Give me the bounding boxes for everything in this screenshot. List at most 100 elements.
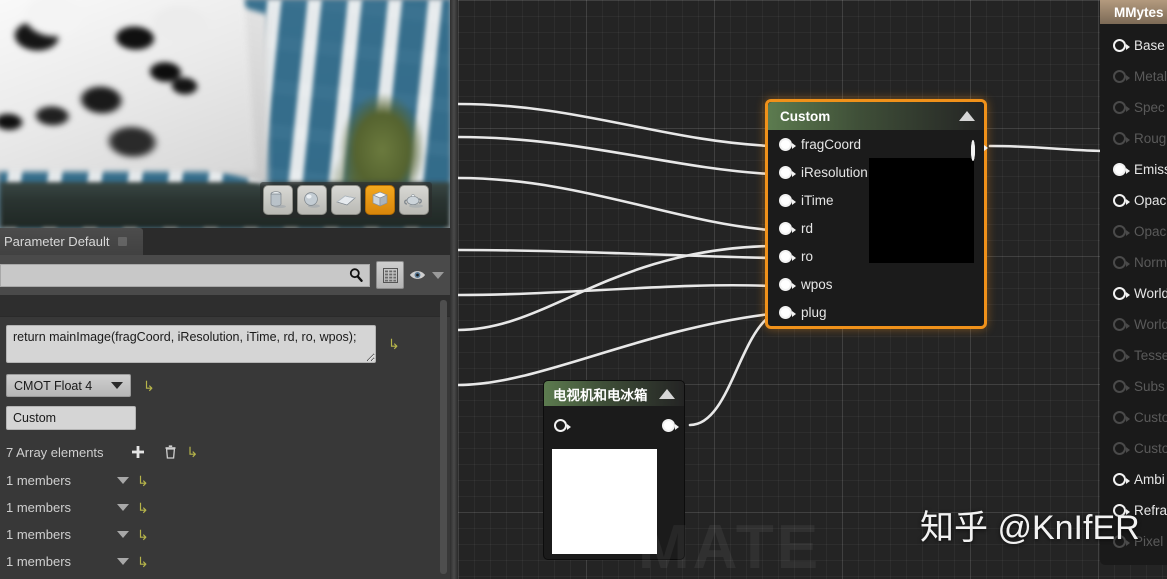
- pin-label: Norm: [1134, 255, 1167, 270]
- chevron-down-icon[interactable]: [111, 382, 123, 389]
- preview-shape-cylinder[interactable]: [263, 185, 293, 215]
- material-pin-row[interactable]: Metal: [1100, 61, 1167, 92]
- material-pin[interactable]: [1113, 132, 1130, 145]
- reset-code-icon[interactable]: ↳: [388, 337, 400, 351]
- input-pin[interactable]: [779, 193, 796, 207]
- grid-view-button[interactable]: [376, 261, 404, 289]
- pin-label: Metal: [1134, 69, 1167, 84]
- material-pin-row[interactable]: Roug: [1100, 123, 1167, 154]
- description-input[interactable]: Custom: [6, 406, 136, 430]
- material-pin-row[interactable]: Ambi: [1100, 464, 1167, 495]
- material-pin-row[interactable]: Custo: [1100, 402, 1167, 433]
- custom-node-output-pin-wrapper[interactable]: [971, 140, 975, 161]
- details-scrollbar[interactable]: [440, 300, 447, 574]
- list-item-label: 1 members: [6, 527, 72, 542]
- output-pin[interactable]: [662, 419, 679, 432]
- preview-shape-plane[interactable]: [331, 185, 361, 215]
- panel-splitter[interactable]: [450, 0, 458, 579]
- list-item-label: 1 members: [6, 554, 72, 569]
- visibility-dropdown-button[interactable]: [408, 261, 444, 289]
- reset-array-icon[interactable]: ↳: [187, 445, 199, 459]
- custom-node-header[interactable]: Custom: [768, 102, 984, 130]
- reset-member-icon[interactable]: ↳: [137, 528, 149, 542]
- material-graph-canvas[interactable]: Custom fragCoord iResolution iTime rd ro…: [458, 0, 1167, 579]
- input-pin-row[interactable]: fragCoord: [768, 130, 984, 158]
- material-pin[interactable]: [1113, 70, 1130, 83]
- material-pin-row[interactable]: Custo: [1100, 433, 1167, 464]
- reset-member-icon[interactable]: ↳: [137, 474, 149, 488]
- preview-shape-teapot[interactable]: [399, 185, 429, 215]
- pin-label: World: [1134, 286, 1167, 301]
- material-preview-viewport[interactable]: [0, 0, 450, 228]
- trash-icon[interactable]: [163, 444, 178, 460]
- tab-parameter-default[interactable]: Parameter Default: [0, 228, 143, 255]
- material-pin-row[interactable]: Subs: [1100, 371, 1167, 402]
- reset-member-icon[interactable]: ↳: [137, 501, 149, 515]
- material-pin-row[interactable]: World: [1100, 309, 1167, 340]
- material-pin[interactable]: [1113, 473, 1130, 486]
- custom-code-input[interactable]: [6, 325, 376, 363]
- chevron-down-icon[interactable]: [432, 271, 444, 279]
- chevron-down-icon[interactable]: [117, 558, 130, 565]
- input-pin[interactable]: [779, 249, 796, 263]
- output-type-value: CMOT Float 4: [14, 378, 93, 393]
- material-pin-row[interactable]: Opac: [1100, 216, 1167, 247]
- material-pin-row[interactable]: Emiss: [1100, 154, 1167, 185]
- chevron-down-icon[interactable]: [117, 477, 130, 484]
- material-pin-row[interactable]: Base: [1100, 30, 1167, 61]
- chevron-down-icon[interactable]: [117, 504, 130, 511]
- input-pin[interactable]: [779, 137, 796, 151]
- material-pin-row[interactable]: Tesse: [1100, 340, 1167, 371]
- material-pin[interactable]: [1113, 256, 1130, 269]
- cylinder-icon: [270, 191, 286, 209]
- material-pin[interactable]: [1113, 225, 1130, 238]
- search-field-wrapper[interactable]: [0, 263, 370, 287]
- pin-label: ro: [801, 248, 814, 264]
- material-node-header[interactable]: MMytes: [1100, 0, 1167, 24]
- output-type-select[interactable]: CMOT Float 4: [6, 374, 131, 397]
- watermark-background-text: MATE: [638, 513, 822, 579]
- material-pin[interactable]: [1113, 442, 1130, 455]
- triangle-up-icon[interactable]: [659, 388, 675, 399]
- reset-member-icon[interactable]: ↳: [137, 555, 149, 569]
- input-pin[interactable]: [554, 419, 571, 432]
- material-pin[interactable]: [1113, 349, 1130, 362]
- material-pin[interactable]: [1113, 194, 1130, 207]
- preview-shape-sphere[interactable]: [297, 185, 327, 215]
- material-pin[interactable]: [1113, 318, 1130, 331]
- material-pin-row[interactable]: Opac: [1100, 185, 1167, 216]
- search-icon[interactable]: [348, 267, 364, 283]
- reset-output-type-icon[interactable]: ↳: [143, 379, 155, 393]
- input-pin[interactable]: [779, 305, 796, 319]
- material-pin[interactable]: [1113, 411, 1130, 424]
- teapot-icon: [404, 194, 423, 208]
- custom-node-title: Custom: [780, 108, 831, 124]
- details-header-bar: [0, 295, 450, 317]
- input-pin-row[interactable]: plug: [768, 298, 984, 326]
- pin-label: World: [1134, 317, 1167, 332]
- search-input[interactable]: [1, 268, 348, 282]
- material-pin-row[interactable]: World: [1100, 278, 1167, 309]
- preview-shape-cube[interactable]: [365, 185, 395, 215]
- input-pin-row[interactable]: wpos: [768, 270, 984, 298]
- material-result-node[interactable]: MMytes Base Metal Spec Roug Emiss: [1100, 0, 1167, 565]
- texture-node-header[interactable]: 电视机和电冰箱: [544, 381, 684, 406]
- material-pin[interactable]: [1113, 163, 1130, 176]
- material-pin-row[interactable]: Norm: [1100, 247, 1167, 278]
- material-pin-row[interactable]: Spec: [1100, 92, 1167, 123]
- material-pin[interactable]: [1113, 39, 1130, 52]
- material-pin[interactable]: [1113, 380, 1130, 393]
- chevron-down-icon[interactable]: [117, 531, 130, 538]
- input-pin[interactable]: [779, 165, 796, 179]
- output-pin[interactable]: [971, 140, 975, 161]
- material-pin[interactable]: [1113, 101, 1130, 114]
- plus-icon[interactable]: [130, 444, 146, 460]
- pin-label: fragCoord: [801, 136, 862, 152]
- input-pin[interactable]: [779, 277, 796, 291]
- custom-node[interactable]: Custom fragCoord iResolution iTime rd ro…: [765, 99, 987, 329]
- close-icon[interactable]: [117, 237, 127, 246]
- pin-label: iResolution: [801, 164, 868, 180]
- input-pin[interactable]: [779, 221, 796, 235]
- material-pin[interactable]: [1113, 287, 1130, 300]
- triangle-up-icon[interactable]: [959, 111, 975, 121]
